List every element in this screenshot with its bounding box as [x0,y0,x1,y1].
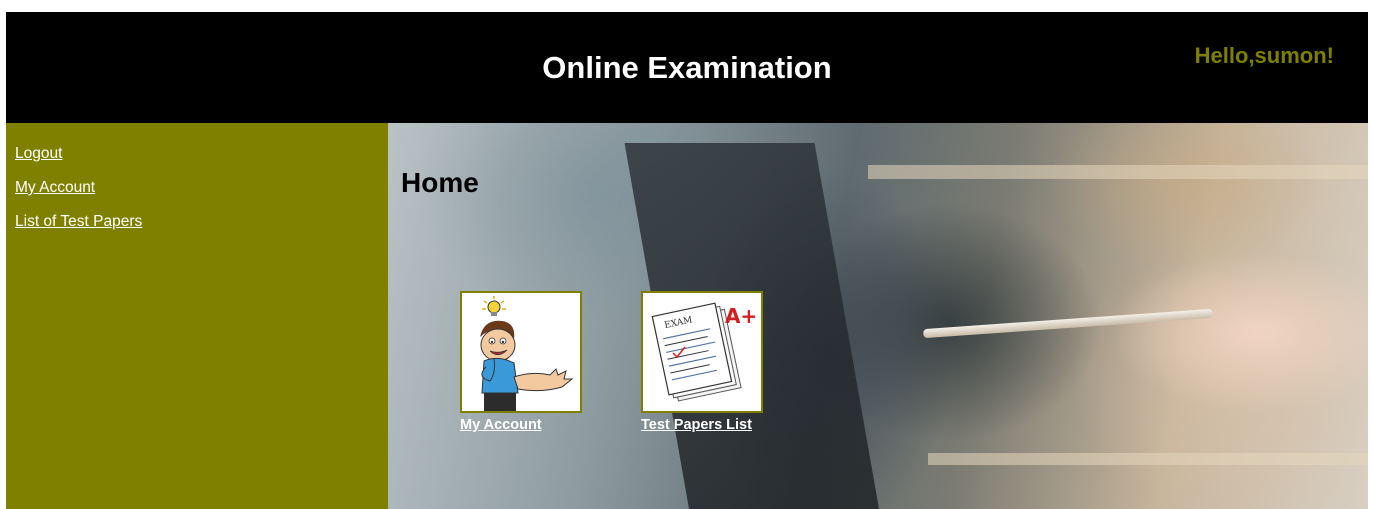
svg-text:A+: A+ [725,304,757,328]
sidebar-link-logout[interactable]: Logout [15,145,62,163]
site-title: Online Examination [542,50,832,85]
test-papers-tile-image[interactable]: EXAM A+ [641,291,763,413]
my-account-tile-image[interactable] [460,291,582,413]
user-greeting: Hello,sumon! [1194,43,1334,68]
background-shelf [928,453,1368,465]
exam-paper-icon: EXAM A+ [643,293,761,411]
sidebar: Logout My Account List of Test Papers [6,123,388,509]
test-papers-tile-link[interactable]: Test Papers List [641,417,763,433]
tile-my-account: My Account [460,291,582,433]
my-account-tile-link[interactable]: My Account [460,417,582,433]
page: Online Examination Hello,sumon! Logout M… [0,0,1373,509]
sidebar-link-test-papers[interactable]: List of Test Papers [15,213,142,231]
background-shelf [868,165,1368,179]
tile-test-papers: EXAM A+ Test Papers List [641,291,763,433]
header: Online Examination Hello,sumon! [6,12,1368,123]
top-strip [0,0,1373,12]
page-heading: Home [401,167,479,198]
background-hand [1108,253,1368,413]
sidebar-link-my-account[interactable]: My Account [15,179,95,197]
cartoon-person-icon [462,293,580,411]
main-content: Home My Account EXAM A+ Test Papers List [388,123,1368,509]
